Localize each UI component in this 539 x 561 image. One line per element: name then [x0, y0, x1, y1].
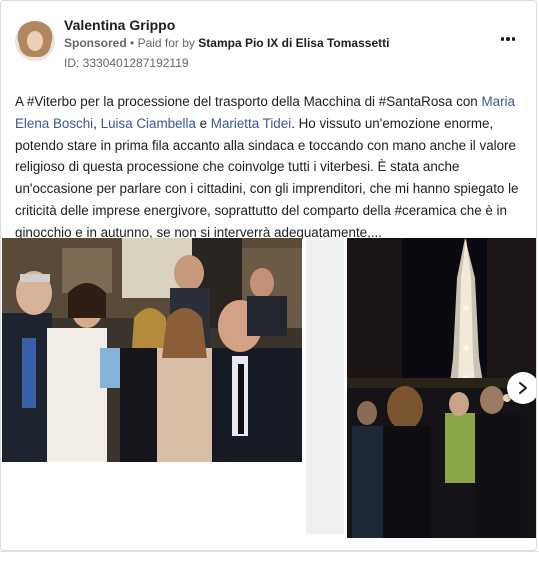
post-text: A #Viterbo per la processione del traspo…	[15, 91, 527, 244]
mention-ciambella-link[interactable]: Luisa Ciambella	[101, 116, 196, 131]
post-text-part1: A #Viterbo per la processione del traspo…	[15, 94, 482, 109]
sponsored-label: Sponsored	[64, 36, 127, 50]
carousel-image-1[interactable]	[2, 238, 302, 462]
more-options-button[interactable]	[496, 27, 520, 51]
more-horizontal-icon	[500, 37, 505, 41]
payer-name: Stampa Pio IX di Elisa Tomassetti	[198, 36, 390, 50]
ad-id: ID: 3330401287192119	[64, 56, 189, 70]
divider	[0, 551, 539, 552]
carousel-next-button[interactable]	[507, 372, 536, 404]
post-text-sep2: e	[195, 115, 211, 131]
more-horizontal-icon-dot	[511, 37, 516, 41]
author-name[interactable]: Valentina Grippo	[64, 17, 175, 33]
author-avatar[interactable]	[15, 21, 55, 61]
mention-tidei-link[interactable]: Marietta Tidei	[211, 116, 291, 131]
post-text-sep1: ,	[93, 115, 101, 131]
separator-dot: •	[130, 36, 135, 50]
more-horizontal-icon-dot	[506, 37, 510, 41]
group-photo-illustration	[2, 238, 302, 462]
sponsor-line: Sponsored • Paid for by Stampa Pio IX di…	[64, 36, 389, 50]
avatar-face	[27, 31, 43, 51]
chevron-right-icon	[519, 382, 527, 394]
post-text-part2: . Ho vissuto un'emozione enorme, potendo…	[15, 115, 519, 240]
carousel-gap	[306, 238, 344, 534]
paid-for-prefix: Paid for by	[137, 36, 195, 50]
sponsored-post-card: Valentina Grippo Sponsored • Paid for by…	[0, 0, 537, 551]
